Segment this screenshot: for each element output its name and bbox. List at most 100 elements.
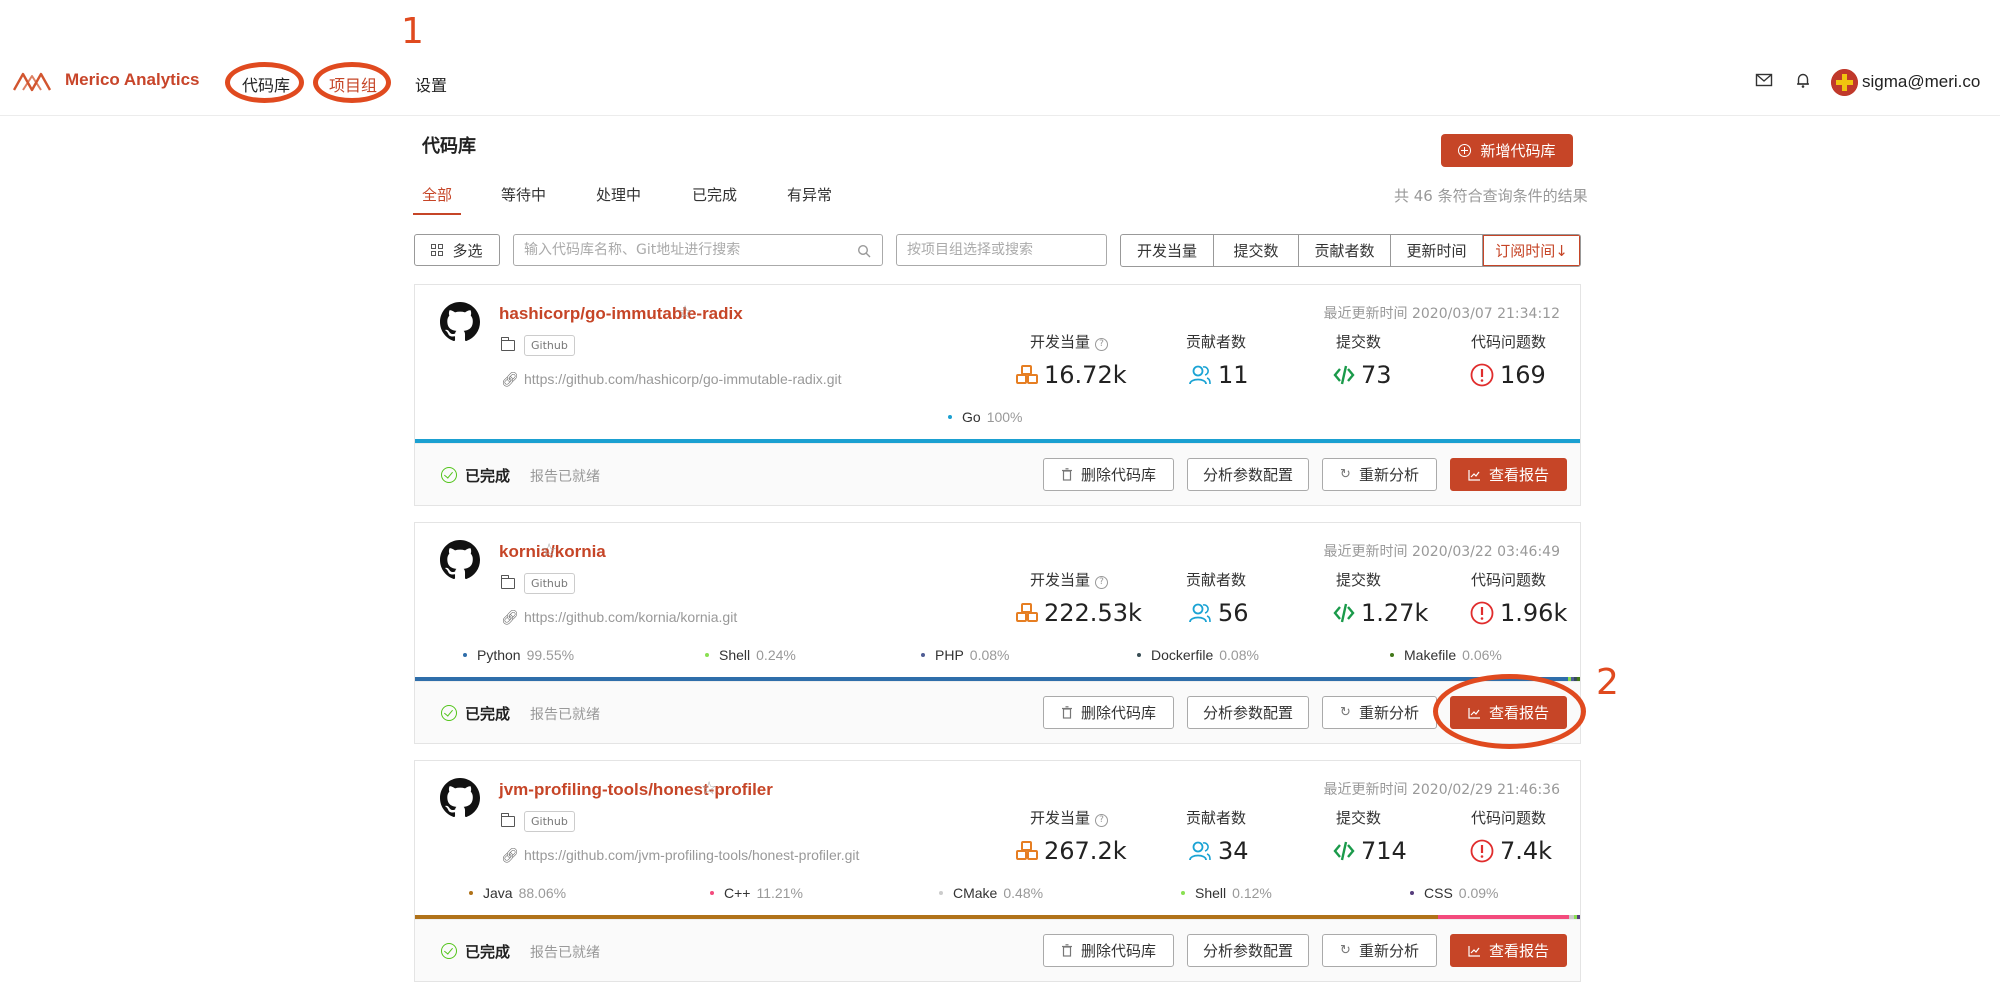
nav-item-settings[interactable]: 设置 [415, 72, 447, 96]
check-circle-icon [441, 705, 457, 721]
stat-value-dev-equiv: 267.2k [1016, 837, 1127, 865]
add-repository-button[interactable]: 新增代码库 [1441, 134, 1573, 167]
view-report-button[interactable]: 查看报告 [1450, 934, 1567, 967]
folder-icon [500, 813, 515, 827]
help-icon[interactable]: ? [1095, 338, 1109, 351]
user-email[interactable]: sigma@meri.co [1862, 72, 1980, 92]
refresh-icon: ↻ [1340, 943, 1351, 958]
brand-logo[interactable]: Merico Analytics [13, 68, 199, 92]
repository-url[interactable]: https://github.com/hashicorp/go-immutabl… [524, 371, 841, 387]
stat-value-issues: 7.4k [1470, 837, 1552, 865]
github-icon [440, 778, 480, 818]
tab-waiting[interactable]: 等待中 [501, 184, 546, 205]
language-list: Python 99.55% Shell 0.24% PHP 0.08% Dockerf… [415, 647, 1580, 667]
multi-select-button[interactable]: 多选 [414, 234, 500, 266]
language-dot [1390, 653, 1394, 657]
trash-icon [1061, 944, 1072, 957]
alert-icon [1470, 839, 1494, 863]
language-list: Java 88.06% C++ 11.21% CMake 0.48% Shell 0.1… [415, 885, 1580, 905]
chart-line-icon [1468, 469, 1480, 481]
cubes-icon [1016, 365, 1038, 384]
alert-icon [1470, 363, 1494, 387]
cubes-icon [1016, 841, 1038, 860]
analysis-config-label: 分析参数配置 [1202, 942, 1293, 960]
source-badge: Github [524, 811, 575, 832]
card-footer: 已完成 报告已就绪 删除代码库 分析参数配置 ↻ 重新分析 查看报告 [415, 681, 1580, 743]
star-icon[interactable]: ☆ [701, 778, 717, 799]
reanalyze-button[interactable]: ↻ 重新分析 [1322, 934, 1437, 967]
stat-value-dev-equiv: 222.53k [1016, 599, 1142, 627]
stat-value-issues: 169 [1470, 361, 1546, 389]
language-item: PHP 0.08% [921, 647, 1010, 663]
language-item: Shell 0.24% [705, 647, 796, 663]
card-footer: 已完成 报告已就绪 删除代码库 分析参数配置 ↻ 重新分析 查看报告 [415, 919, 1580, 981]
help-icon[interactable]: ? [1095, 576, 1109, 589]
repository-url[interactable]: https://github.com/jvm-profiling-tools/h… [524, 847, 859, 863]
stat-label-commits: 提交数 [1336, 333, 1382, 351]
star-icon[interactable]: ☆ [541, 540, 557, 561]
annotation-ellipse-view-report [1433, 674, 1586, 749]
sort-commits-button[interactable]: 提交数 [1214, 235, 1299, 266]
reanalyze-label: 重新分析 [1358, 704, 1419, 722]
reanalyze-label: 重新分析 [1358, 466, 1419, 484]
help-icon[interactable]: ? [1095, 814, 1109, 827]
view-report-label: 查看报告 [1488, 466, 1549, 484]
view-report-button[interactable]: 查看报告 [1450, 458, 1567, 491]
tab-all[interactable]: 全部 [422, 184, 452, 205]
annotation-ellipse-repositories [225, 62, 304, 103]
stat-value-commits: 714 [1333, 837, 1407, 865]
page-title: 代码库 [422, 136, 476, 157]
stat-label-contributors: 贡献者数 [1186, 571, 1247, 589]
result-count: 共 46 条符合查询条件的结果 [1394, 187, 1588, 205]
refresh-icon: ↻ [1340, 705, 1351, 720]
reanalyze-button[interactable]: ↻ 重新分析 [1322, 696, 1437, 729]
sort-contributors-button[interactable]: 贡献者数 [1299, 235, 1391, 266]
analysis-config-button[interactable]: 分析参数配置 [1187, 934, 1309, 967]
code-icon [1333, 603, 1355, 623]
repository-name-link[interactable]: hashicorp/go-immutable-radix [499, 304, 743, 324]
stat-label-dev-equiv: 开发当量? [1030, 807, 1109, 828]
tab-errors[interactable]: 有异常 [787, 184, 832, 205]
analysis-config-button[interactable]: 分析参数配置 [1187, 458, 1309, 491]
language-dot [710, 891, 714, 895]
stat-value-contributors: 34 [1188, 837, 1249, 865]
stat-label-issues: 代码问题数 [1471, 809, 1547, 827]
bell-icon[interactable] [1794, 71, 1812, 89]
stat-label-contributors: 贡献者数 [1186, 809, 1247, 827]
contributors-icon [1189, 841, 1211, 861]
github-icon [440, 302, 480, 342]
sort-subscribe-time-button[interactable]: 订阅时间↓ [1483, 235, 1580, 266]
reanalyze-button[interactable]: ↻ 重新分析 [1322, 458, 1437, 491]
avatar[interactable] [1831, 69, 1858, 96]
folder-icon [500, 575, 515, 589]
repository-search-input[interactable] [513, 234, 883, 266]
language-dot [705, 653, 709, 657]
sort-update-time-button[interactable]: 更新时间 [1391, 235, 1483, 266]
status-label: 已完成 [465, 943, 511, 961]
link-icon: 🔗︎ [501, 610, 519, 626]
repository-url[interactable]: https://github.com/kornia/kornia.git [524, 609, 737, 625]
sort-dev-equiv-button[interactable]: 开发当量 [1121, 235, 1214, 266]
report-status: 报告已就绪 [530, 945, 600, 961]
delete-repository-button[interactable]: 删除代码库 [1043, 696, 1174, 729]
search-icon[interactable] [857, 244, 871, 258]
mail-icon[interactable] [1755, 71, 1773, 89]
language-dot [939, 891, 943, 895]
language-dot [921, 653, 925, 657]
analysis-config-button[interactable]: 分析参数配置 [1187, 696, 1309, 729]
grid-icon [431, 244, 444, 256]
repository-name-link[interactable]: jvm-profiling-tools/honest-profiler [499, 780, 773, 800]
code-icon [1333, 365, 1355, 385]
stat-value-commits: 73 [1333, 361, 1392, 389]
tab-processing[interactable]: 处理中 [596, 184, 641, 205]
project-group-filter-input[interactable] [896, 234, 1107, 266]
contributors-icon [1189, 365, 1211, 385]
delete-repository-button[interactable]: 删除代码库 [1043, 934, 1174, 967]
merico-logo-icon [13, 72, 52, 92]
delete-repository-button[interactable]: 删除代码库 [1043, 458, 1174, 491]
tab-completed[interactable]: 已完成 [692, 184, 737, 205]
star-icon[interactable]: ☆ [677, 302, 693, 323]
language-dot [1181, 891, 1185, 895]
language-item: CMake 0.48% [939, 885, 1043, 901]
report-status: 报告已就绪 [530, 707, 600, 723]
